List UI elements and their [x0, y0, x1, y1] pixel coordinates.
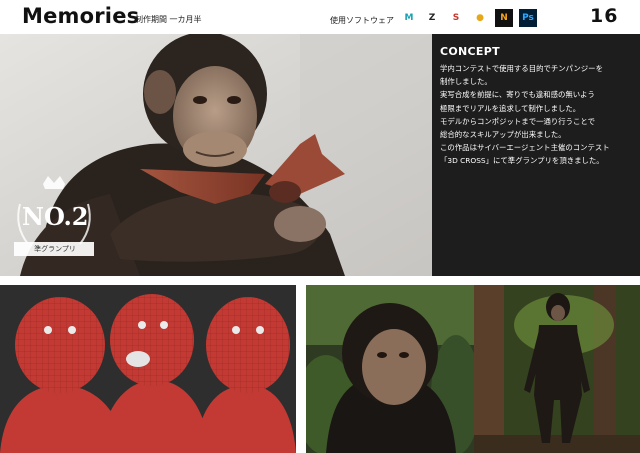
- substance-icon: S: [447, 9, 465, 27]
- concept-line: 学内コンテストで使用する目的でチンパンジーを: [440, 64, 603, 73]
- wireframe-render-image: [0, 285, 296, 453]
- concept-heading: CONCEPT: [440, 45, 500, 58]
- zbrush-icon: Z: [423, 9, 441, 27]
- page-number: 16: [590, 5, 619, 27]
- award-rank: NO.2: [22, 202, 89, 231]
- main-render-image: NO.2 準グランプリ: [0, 34, 432, 276]
- nuke-icon: N: [495, 9, 513, 27]
- forest-closeup-image: [306, 285, 474, 453]
- photoshop-icon: Ps: [519, 9, 537, 27]
- award-badge: NO.2 準グランプリ: [10, 174, 100, 274]
- forest-standing-image: [474, 285, 640, 453]
- concept-line: 「3D CROSS」にて準グランプリを頂きました。: [440, 156, 604, 166]
- production-period: 制作期間 一カ月半: [135, 15, 202, 24]
- concept-line: 総合的なスキルアップが出来ました。: [440, 130, 566, 140]
- concept-text: 学内コンテストで使用する目的でチンパンジーを 制作しました。実写合成を前提に、寄り…: [440, 62, 636, 168]
- concept-line: 極限までリアルを追求して制作しました。: [440, 103, 581, 113]
- page-header: Memories 制作期間 一カ月半 使用ソフトウェア M Z S ● N Ps 16: [0, 0, 640, 34]
- concept-line: モデルからコンポジットまで一通り行うことで: [440, 116, 595, 126]
- marmoset-icon: ●: [471, 9, 489, 27]
- award-label: 準グランプリ: [34, 245, 76, 253]
- page-title: Memories: [22, 4, 140, 28]
- software-label: 使用ソフトウェア: [330, 16, 394, 25]
- concept-line: この作品はサイバーエージェント主催のコンテスト: [440, 143, 610, 153]
- concept-line: 制作しました。: [440, 77, 492, 87]
- concept-line: 実写合成を前提に、寄りでも違和感の無いよう: [440, 90, 595, 100]
- maya-icon: M: [400, 9, 418, 27]
